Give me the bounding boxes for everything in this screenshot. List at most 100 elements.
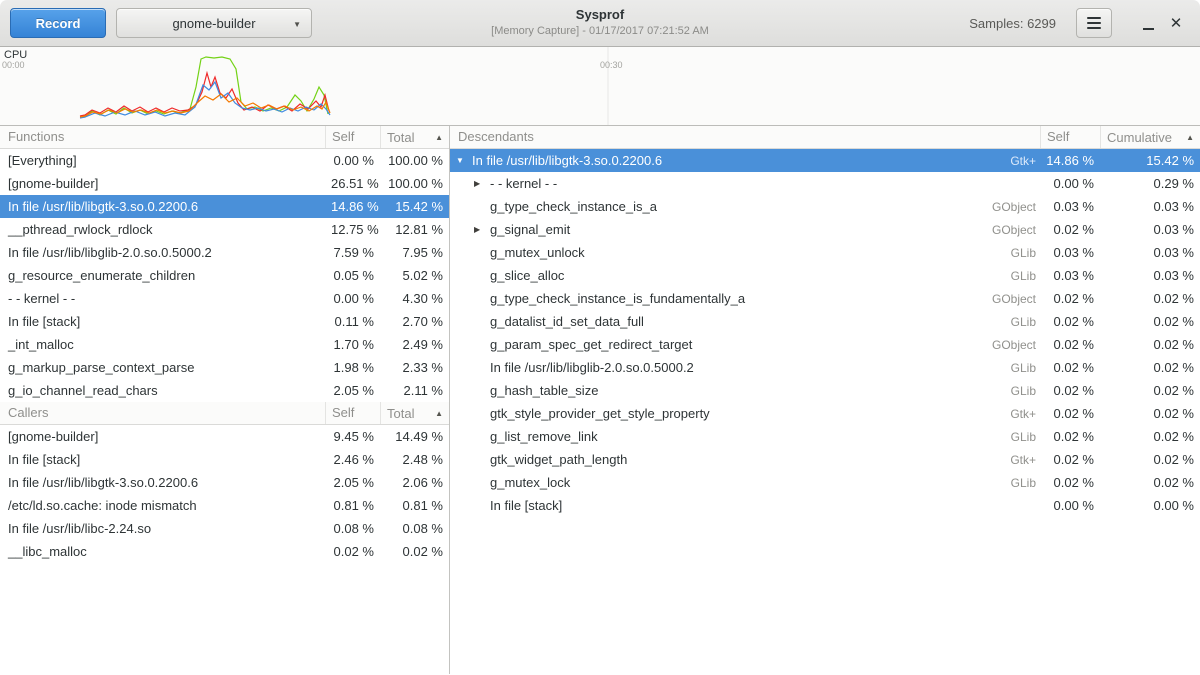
column-header-callers[interactable]: Callers bbox=[0, 402, 325, 424]
column-header-self[interactable]: Self bbox=[1040, 126, 1100, 148]
self-value: 0.02 % bbox=[1040, 222, 1100, 237]
table-row[interactable]: In file /usr/lib/libglib-2.0.so.0.5000.2… bbox=[0, 241, 449, 264]
self-value: 9.45 % bbox=[325, 429, 380, 444]
record-button[interactable]: Record bbox=[10, 8, 106, 38]
expander-icon[interactable]: ▶ bbox=[474, 179, 490, 188]
expander-icon[interactable]: ▼ bbox=[456, 156, 472, 165]
minimize-icon bbox=[1143, 28, 1154, 30]
self-value: 12.75 % bbox=[325, 222, 380, 237]
descendant-cell: ▼In file /usr/lib/libgtk-3.so.0.2200.6Gt… bbox=[450, 153, 1040, 168]
column-header-self[interactable]: Self bbox=[325, 402, 380, 424]
function-name: [gnome-builder] bbox=[0, 429, 325, 444]
table-row[interactable]: ▶g_signal_emit GObject 0.02 %0.03 % bbox=[450, 218, 1200, 241]
self-value: 0.11 % bbox=[325, 314, 380, 329]
self-value: 2.05 % bbox=[325, 383, 380, 398]
function-name: In file /usr/lib/libglib-2.0.so.0.5000.2 bbox=[490, 360, 694, 375]
cumulative-value: 0.02 % bbox=[1100, 291, 1200, 306]
library-badge: GObject bbox=[982, 338, 1036, 352]
table-row[interactable]: /etc/ld.so.cache: inode mismatch0.81 %0.… bbox=[0, 494, 449, 517]
self-value: 0.00 % bbox=[325, 291, 380, 306]
table-row[interactable]: In file /usr/lib/libgtk-3.so.0.2200.62.0… bbox=[0, 471, 449, 494]
cumulative-value: 0.03 % bbox=[1100, 222, 1200, 237]
table-row[interactable]: g_markup_parse_context_parse1.98 %2.33 % bbox=[0, 356, 449, 379]
function-name: g_signal_emit bbox=[490, 222, 570, 237]
self-value: 0.03 % bbox=[1040, 245, 1100, 260]
table-row[interactable]: g_datalist_id_set_data_fullGLib0.02 %0.0… bbox=[450, 310, 1200, 333]
table-row[interactable]: In file [stack]0.11 %2.70 % bbox=[0, 310, 449, 333]
column-header-self[interactable]: Self bbox=[325, 126, 380, 148]
table-row[interactable]: [gnome-builder]26.51 %100.00 % bbox=[0, 172, 449, 195]
function-name: In file [stack] bbox=[0, 452, 325, 467]
table-row[interactable]: ▶- - kernel - -0.00 %0.29 % bbox=[450, 172, 1200, 195]
table-row[interactable]: [Everything]0.00 %100.00 % bbox=[0, 149, 449, 172]
table-row[interactable]: In file /usr/lib/libgtk-3.so.0.2200.614.… bbox=[0, 195, 449, 218]
table-row[interactable]: gtk_style_provider_get_style_propertyGtk… bbox=[450, 402, 1200, 425]
cumulative-value: 0.03 % bbox=[1100, 245, 1200, 260]
table-row[interactable]: In file /usr/lib/libc-2.24.so0.08 %0.08 … bbox=[0, 517, 449, 540]
column-header-cumulative[interactable]: Cumulative ▲ bbox=[1100, 126, 1200, 148]
self-value: 0.02 % bbox=[1040, 429, 1100, 444]
minimize-button[interactable] bbox=[1134, 9, 1162, 37]
total-value: 7.95 % bbox=[380, 245, 449, 260]
cumulative-value: 0.02 % bbox=[1100, 314, 1200, 329]
descendant-cell: ▶- - kernel - - bbox=[450, 176, 1040, 191]
expander-icon[interactable]: ▶ bbox=[474, 225, 490, 234]
table-row[interactable]: g_param_spec_get_redirect_targetGObject0… bbox=[450, 333, 1200, 356]
column-header-total[interactable]: Total ▲ bbox=[380, 402, 449, 424]
left-pane: Functions Self Total ▲ [Everything]0.00 … bbox=[0, 126, 449, 674]
process-selector-dropdown[interactable]: gnome-builder ▼ bbox=[116, 8, 312, 38]
table-row[interactable]: In file [stack]2.46 %2.48 % bbox=[0, 448, 449, 471]
self-value: 7.59 % bbox=[325, 245, 380, 260]
column-header-descendants[interactable]: Descendants bbox=[450, 126, 1040, 148]
library-badge: GLib bbox=[1001, 384, 1036, 398]
table-row[interactable]: g_io_channel_read_chars2.05 %2.11 % bbox=[0, 379, 449, 402]
self-value: 1.98 % bbox=[325, 360, 380, 375]
library-badge: GObject bbox=[982, 223, 1036, 237]
table-row[interactable]: ▼In file /usr/lib/libgtk-3.so.0.2200.6Gt… bbox=[450, 149, 1200, 172]
close-button[interactable]: ✕ bbox=[1162, 9, 1190, 37]
self-value: 14.86 % bbox=[1040, 153, 1100, 168]
cumulative-value: 0.02 % bbox=[1100, 360, 1200, 375]
samples-count: Samples: 6299 bbox=[969, 16, 1056, 31]
table-row[interactable]: g_resource_enumerate_children0.05 %5.02 … bbox=[0, 264, 449, 287]
library-badge: GLib bbox=[1001, 315, 1036, 329]
total-value: 2.06 % bbox=[380, 475, 449, 490]
function-name: _int_malloc bbox=[0, 337, 325, 352]
column-header-total[interactable]: Total ▲ bbox=[380, 126, 449, 148]
table-row[interactable]: __libc_malloc0.02 %0.02 % bbox=[0, 540, 449, 563]
library-badge: Gtk+ bbox=[1000, 154, 1036, 168]
callers-table-header: Callers Self Total ▲ bbox=[0, 402, 449, 425]
column-header-label: Total bbox=[387, 406, 414, 421]
table-row[interactable]: g_slice_allocGLib0.03 %0.03 % bbox=[450, 264, 1200, 287]
table-row[interactable]: In file /usr/lib/libglib-2.0.so.0.5000.2… bbox=[450, 356, 1200, 379]
function-name: In file /usr/lib/libc-2.24.so bbox=[0, 521, 325, 536]
table-row[interactable]: __pthread_rwlock_rdlock12.75 %12.81 % bbox=[0, 218, 449, 241]
library-badge: GObject bbox=[982, 200, 1036, 214]
self-value: 0.02 % bbox=[1040, 475, 1100, 490]
table-row[interactable]: g_type_check_instance_is_aGObject0.03 %0… bbox=[450, 195, 1200, 218]
table-row[interactable]: - - kernel - -0.00 %4.30 % bbox=[0, 287, 449, 310]
descendant-cell: In file [stack] bbox=[450, 498, 1040, 513]
functions-table: [Everything]0.00 %100.00 %[gnome-builder… bbox=[0, 149, 449, 402]
self-value: 0.00 % bbox=[1040, 176, 1100, 191]
table-row[interactable]: g_list_remove_linkGLib0.02 %0.02 % bbox=[450, 425, 1200, 448]
table-row[interactable]: _int_malloc1.70 %2.49 % bbox=[0, 333, 449, 356]
cpu-timeline-graph[interactable]: CPU 00:00 00:30 bbox=[0, 47, 1200, 125]
table-row[interactable]: gtk_widget_path_lengthGtk+0.02 %0.02 % bbox=[450, 448, 1200, 471]
table-row[interactable]: [gnome-builder]9.45 %14.49 % bbox=[0, 425, 449, 448]
table-row[interactable]: g_mutex_unlockGLib0.03 %0.03 % bbox=[450, 241, 1200, 264]
table-row[interactable]: In file [stack]0.00 %0.00 % bbox=[450, 494, 1200, 517]
function-name: g_slice_alloc bbox=[490, 268, 564, 283]
table-row[interactable]: g_type_check_instance_is_fundamentally_a… bbox=[450, 287, 1200, 310]
function-name: g_type_check_instance_is_fundamentally_a bbox=[490, 291, 745, 306]
function-name: g_datalist_id_set_data_full bbox=[490, 314, 644, 329]
function-name: __pthread_rwlock_rdlock bbox=[0, 222, 325, 237]
functions-table-header: Functions Self Total ▲ bbox=[0, 126, 449, 149]
table-row[interactable]: g_mutex_lockGLib0.02 %0.02 % bbox=[450, 471, 1200, 494]
descendant-cell: gtk_widget_path_lengthGtk+ bbox=[450, 452, 1040, 467]
menu-button[interactable] bbox=[1076, 8, 1112, 38]
close-icon: ✕ bbox=[1170, 16, 1183, 31]
table-row[interactable]: g_hash_table_sizeGLib0.02 %0.02 % bbox=[450, 379, 1200, 402]
column-header-functions[interactable]: Functions bbox=[0, 126, 325, 148]
self-value: 1.70 % bbox=[325, 337, 380, 352]
